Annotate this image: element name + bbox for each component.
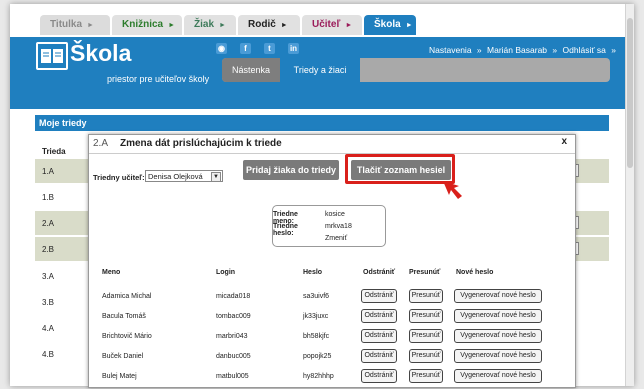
class-password-value: mrkva18 (325, 223, 352, 230)
generate-password-button[interactable]: Vygenerovať nové heslo (454, 349, 542, 363)
chevron-down-icon[interactable]: ▼ (211, 172, 221, 182)
settings-link[interactable]: Nastavenia (429, 45, 472, 55)
student-row: Adamica Michal micada018 sa3uivf6 Odstrá… (89, 287, 575, 307)
close-icon[interactable]: x (561, 136, 567, 147)
student-login: tombac009 (216, 313, 251, 320)
generate-password-button[interactable]: Vygenerovať nové heslo (454, 329, 542, 343)
student-password: jk33juxc (303, 313, 329, 320)
generate-password-button[interactable]: Vygenerovať nové heslo (454, 289, 542, 303)
move-button[interactable]: Presunúť (409, 369, 443, 383)
tab-rodic[interactable]: Rodič ► (238, 15, 300, 35)
facebook-icon[interactable]: f (240, 43, 251, 54)
main-nav: Nástenka Triedy a žiaci (222, 58, 610, 82)
student-login: marbri043 (216, 333, 248, 340)
student-password: hy82hhhp (303, 373, 334, 380)
chevron-right-icon: ► (87, 22, 94, 29)
move-button[interactable]: Presunúť (409, 349, 443, 363)
logout-link[interactable]: Odhlásiť sa (563, 45, 606, 55)
student-login: danbuc005 (216, 353, 251, 360)
student-password: popojk25 (303, 353, 332, 360)
student-login: micada018 (216, 293, 251, 300)
add-student-button[interactable]: Pridaj žiaka do triedy (243, 160, 339, 180)
move-button[interactable]: Presunúť (409, 329, 443, 343)
chevron-right-icon: ► (219, 22, 226, 29)
chevron-right-icon: ► (168, 22, 176, 29)
print-passwords-button[interactable]: Tlačiť zoznam hesiel (351, 160, 451, 180)
separator: » (611, 45, 616, 55)
student-row: Brichtovič Mário marbri043 bh58kjfc Odst… (89, 327, 575, 347)
student-name: Bulej Matej (102, 373, 137, 380)
remove-button[interactable]: Odstrániť (361, 349, 397, 363)
move-button[interactable]: Presunúť (409, 309, 443, 323)
tab-skola[interactable]: Škola ► (364, 15, 416, 35)
student-name: Adamica Michal (102, 293, 152, 300)
top-tab-bar: Titulka ► Knižnica ► Žiak ► Rodič ► Učiteľ ► … (10, 4, 634, 37)
column-remove: Odstrániť (363, 269, 396, 276)
divider (89, 153, 575, 154)
class-name-value: kosice (325, 211, 345, 218)
chevron-right-icon: ► (405, 22, 413, 29)
column-move: Presunúť (409, 269, 441, 276)
student-row: Bulej Matej matbul005 hy82hhhp Odstrániť… (89, 367, 575, 387)
generate-password-button[interactable]: Vygenerovať nové heslo (454, 309, 542, 323)
column-new-password: Nové heslo (456, 269, 494, 276)
student-name: Buček Daniel (102, 353, 144, 360)
tab-titulka[interactable]: Titulka ► (40, 15, 110, 35)
column-name: Meno (102, 269, 121, 276)
generate-password-button[interactable]: Vygenerovať nové heslo (454, 369, 542, 383)
teacher-select[interactable]: Denisa Olejková ▼ (145, 170, 223, 182)
scrollbar-thumb[interactable] (627, 18, 633, 168)
twitter-icon[interactable]: t (264, 43, 275, 54)
move-button[interactable]: Presunúť (409, 289, 443, 303)
column-login: Login (216, 269, 236, 276)
tab-kniznica[interactable]: Knižnica ► (112, 15, 182, 35)
user-link[interactable]: Marián Basarab (487, 45, 547, 55)
chevron-right-icon: ► (345, 22, 353, 29)
column-password: Heslo (303, 269, 323, 276)
student-row: Buček Daniel danbuc005 popojk25 Odstráni… (89, 347, 575, 367)
site-subtitle: priestor pre učiteľov školy (107, 74, 210, 84)
separator: » (552, 45, 558, 55)
remove-button[interactable]: Odstrániť (361, 369, 397, 383)
tab-ucitel[interactable]: Učiteľ ► (302, 15, 362, 35)
student-name: Brichtovič Mário (102, 333, 152, 340)
pointer-arrow-icon (443, 181, 462, 199)
dialog-class-code: 2.A (93, 138, 109, 149)
class-column-header: Trieda (42, 147, 66, 156)
student-name: Bacula Tomáš (102, 313, 146, 320)
site-title[interactable]: Škola (70, 40, 131, 67)
nav-triedy-a-ziaci[interactable]: Triedy a žiaci (280, 58, 360, 82)
site-header: Škola priestor pre učiteľov školy ◉ f t … (10, 37, 634, 109)
remove-button[interactable]: Odstrániť (361, 329, 397, 343)
page-scrollbar[interactable] (625, 4, 634, 386)
tab-ziak[interactable]: Žiak ► (184, 15, 236, 35)
book-logo-icon (36, 42, 68, 70)
teacher-label: Triedny učiteľ: (93, 173, 145, 182)
class-password-box: Triedne meno: kosice Triedne heslo: mrkva1… (272, 205, 386, 247)
student-row: Bacula Tomáš tombac009 jk33juxc Odstráni… (89, 307, 575, 327)
nav-nastenka[interactable]: Nástenka (222, 58, 280, 82)
student-password: sa3uivf6 (303, 293, 330, 300)
user-links: Nastavenia » Marián Basarab » Odhlásiť s… (426, 45, 616, 55)
dialog-title: Zmena dát prislúchajúcim k triede (120, 138, 282, 149)
student-password: bh58kjfc (303, 333, 330, 340)
class-password-label: Triedne heslo: (273, 223, 298, 237)
class-edit-dialog: 2.A Zmena dát prislúchajúcim k triede x … (88, 134, 576, 388)
chevron-right-icon: ► (280, 22, 288, 29)
linkedin-icon[interactable]: in (288, 43, 299, 54)
remove-button[interactable]: Odstrániť (361, 309, 397, 323)
separator: » (476, 45, 482, 55)
student-login: matbul005 (216, 373, 249, 380)
remove-button[interactable]: Odstrániť (361, 289, 397, 303)
change-password-link[interactable]: Zmeniť (325, 235, 347, 242)
rss-icon[interactable]: ◉ (216, 43, 227, 54)
section-title: Moje triedy (35, 115, 609, 131)
